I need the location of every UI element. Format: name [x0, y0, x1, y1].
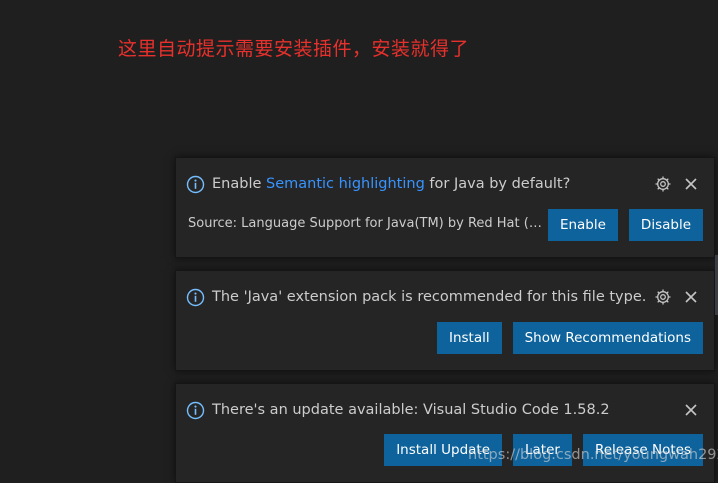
- watermark: https://blog.csdn.net/youngwah292: [468, 447, 718, 463]
- notification-message: Enable Semantic highlighting for Java by…: [212, 176, 570, 192]
- notification-message-row: The 'Java' extension pack is recommended…: [186, 287, 646, 307]
- gear-icon[interactable]: [653, 287, 673, 307]
- show-recommendations-button[interactable]: Show Recommendations: [512, 322, 703, 354]
- notification-controls: [673, 400, 701, 420]
- close-icon[interactable]: [681, 287, 701, 307]
- notification-message-row: There's an update available: Visual Stud…: [186, 400, 610, 420]
- info-icon: [186, 288, 205, 307]
- install-button[interactable]: Install: [436, 322, 502, 354]
- annotation-text: 这里自动提示需要安装插件，安装就得了: [118, 38, 470, 60]
- notification-message-row: Enable Semantic highlighting for Java by…: [186, 174, 570, 194]
- notification-controls: [645, 287, 701, 307]
- notification-actions: Enable Disable: [537, 209, 703, 241]
- notification-source: Source: Language Support for Java(TM) by…: [188, 216, 548, 231]
- disable-button[interactable]: Disable: [628, 209, 703, 241]
- enable-button[interactable]: Enable: [547, 209, 618, 241]
- notification-java-extension-pack: The 'Java' extension pack is recommended…: [175, 270, 715, 371]
- info-icon: [186, 175, 205, 194]
- close-icon[interactable]: [681, 400, 701, 420]
- notification-message: The 'Java' extension pack is recommended…: [212, 289, 647, 305]
- gear-icon[interactable]: [653, 174, 673, 194]
- semantic-highlighting-link[interactable]: Semantic highlighting: [266, 176, 425, 192]
- close-icon[interactable]: [681, 174, 701, 194]
- message-suffix: for Java by default?: [424, 176, 571, 192]
- notification-semantic-highlighting: Enable Semantic highlighting for Java by…: [175, 157, 715, 258]
- notification-controls: [645, 174, 701, 194]
- notification-update-available: There's an update available: Visual Stud…: [175, 383, 715, 483]
- info-icon: [186, 401, 205, 420]
- notification-message: There's an update available: Visual Stud…: [212, 402, 610, 418]
- message-prefix: Enable: [212, 176, 266, 192]
- notification-actions: Install Show Recommendations: [426, 322, 703, 354]
